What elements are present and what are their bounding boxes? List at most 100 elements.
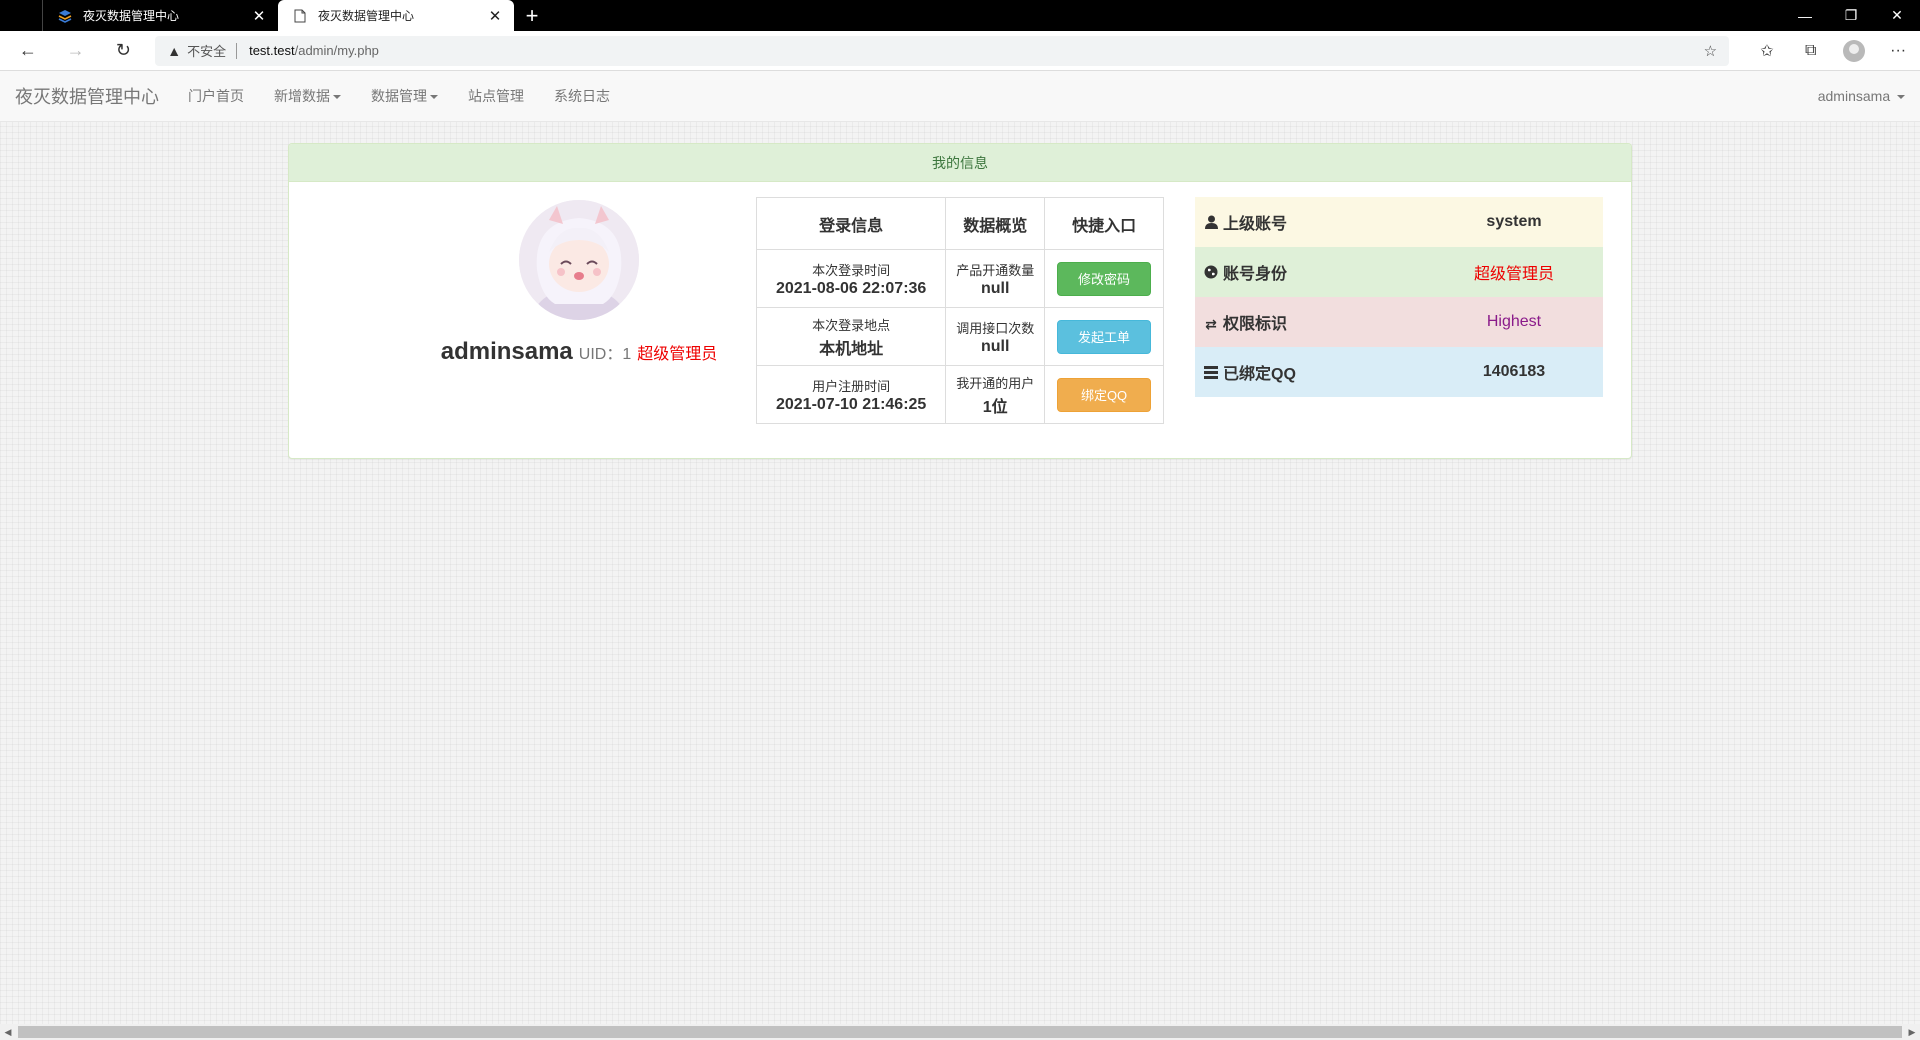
address-bar[interactable]: ▲ 不安全 test.test/admin/my.php ☆ (155, 35, 1730, 66)
cell-label: 调用接口次数 (956, 320, 1035, 336)
profile-uid-label: UID： (578, 346, 623, 363)
minimize-icon[interactable]: — (1782, 0, 1828, 31)
nav-item-data-manage[interactable]: 数据管理 (356, 86, 453, 106)
reload-icon[interactable]: ↻ (103, 34, 143, 68)
close-tab-icon[interactable]: ✕ (250, 7, 268, 25)
window-controls: — ❐ ✕ (1782, 0, 1920, 31)
browser-tab-2[interactable]: 夜灭数据管理中心 ✕ (278, 0, 514, 31)
browser-titlebar: 夜灭数据管理中心 ✕ 夜灭数据管理中心 ✕ + — ❐ ✕ (0, 0, 1920, 31)
nav-item-add-data[interactable]: 新增数据 (259, 86, 356, 106)
info-table-header: 登录信息 数据概览 快捷入口 (755, 197, 1164, 250)
avatar (519, 200, 639, 320)
warning-icon[interactable]: ▲ (167, 43, 181, 59)
more-menu-icon[interactable]: ··· (1876, 34, 1920, 68)
nav-item-label: 系统日志 (554, 88, 610, 104)
bind-qq-button[interactable]: 绑定QQ (1057, 377, 1152, 412)
status-value: 超级管理员 (1425, 247, 1603, 297)
collections-icon[interactable]: ⧉ (1789, 34, 1833, 68)
cell-value: 1位 (982, 398, 1008, 416)
status-key: ⇄ 权限标识 (1195, 297, 1425, 347)
panel-heading: 我的信息 (289, 144, 1631, 182)
back-arrow-icon[interactable]: ← (8, 34, 48, 68)
data-overview-cell: 我开通的用户 1位 (945, 365, 1046, 424)
scroll-left-icon[interactable]: ◀ (0, 1027, 16, 1038)
status-key-label: 权限标识 (1223, 316, 1288, 333)
cell-label: 我开通的用户 (956, 375, 1035, 391)
status-key-label: 账号身份 (1223, 266, 1288, 283)
status-value: system (1425, 197, 1603, 247)
table-row: 上级账号 system (1195, 197, 1603, 247)
cell-value: null (981, 337, 1010, 355)
quick-access-cell: 绑定QQ (1044, 365, 1164, 424)
user-menu-label: adminsama (1817, 88, 1891, 104)
horizontal-scrollbar[interactable]: ◀ ▶ (0, 1024, 1920, 1040)
status-key-label: 已绑定QQ (1223, 366, 1296, 383)
profile-icon[interactable] (1833, 34, 1877, 68)
restore-icon[interactable]: ❐ (1828, 0, 1874, 31)
table-row: 账号身份 超级管理员 (1195, 247, 1603, 297)
site-brand[interactable]: 夜灭数据管理中心 (15, 83, 159, 109)
login-info-cell: 本次登录地点 本机地址 (755, 307, 947, 366)
url-host: test.test (249, 43, 295, 58)
table-row: 用户注册时间 2021-07-10 21:46:25 我开通的用户 1位 绑定Q… (755, 365, 1164, 424)
browser-tab-title: 夜灭数据管理中心 (318, 9, 415, 23)
browser-toolbar: ← → ↻ ▲ 不安全 test.test/admin/my.php ☆ ✩ ⧉… (0, 31, 1920, 71)
status-key: 账号身份 (1195, 247, 1425, 297)
url-path: /admin/my.php (294, 43, 379, 58)
user-menu[interactable]: adminsama (1818, 88, 1905, 104)
transfer-icon: ⇄ (1205, 316, 1217, 332)
nav-item-system-log[interactable]: 系统日志 (539, 86, 625, 106)
login-info-cell: 用户注册时间 2021-07-10 21:46:25 (755, 365, 947, 424)
data-overview-cell: 调用接口次数 null (945, 307, 1046, 366)
user-icon (1203, 215, 1219, 232)
stack-favicon-icon (57, 8, 73, 24)
data-overview-cell: 产品开通数量 null (945, 249, 1046, 308)
nav-item-label: 门户首页 (188, 88, 244, 104)
cell-value: null (981, 279, 1010, 297)
nav-item-home[interactable]: 门户首页 (173, 86, 259, 106)
profile-line: adminsama UID：1 超级管理员 (379, 338, 779, 366)
favorites-icon[interactable]: ✩ (1745, 34, 1789, 68)
table-row: 本次登录地点 本机地址 调用接口次数 null 发起工单 (755, 307, 1164, 366)
table-row: ⇄ 权限标识 Highest (1195, 297, 1603, 347)
profile-username: adminsama (440, 338, 573, 365)
cell-value: 本机地址 (819, 340, 884, 358)
change-password-button[interactable]: 修改密码 (1057, 261, 1152, 296)
scrollbar-thumb[interactable] (18, 1026, 1902, 1038)
globe-icon (1203, 265, 1219, 282)
table-row: 本次登录时间 2021-08-06 22:07:36 产品开通数量 null 修… (755, 249, 1164, 308)
browser-tab-1[interactable]: 夜灭数据管理中心 ✕ (42, 0, 278, 31)
my-info-panel: 我的信息 adminsama UID：1 超级管理员 登录信息 数据概览 快捷入… (288, 143, 1632, 459)
submit-ticket-button[interactable]: 发起工单 (1057, 319, 1152, 354)
insecure-label[interactable]: 不安全 (187, 41, 226, 60)
status-key: 上级账号 (1195, 197, 1425, 247)
page-favicon-icon (292, 8, 308, 24)
profile-role: 超级管理员 (637, 346, 718, 363)
close-window-icon[interactable]: ✕ (1874, 0, 1920, 31)
status-key-label: 上级账号 (1223, 216, 1288, 233)
close-tab-icon[interactable]: ✕ (486, 7, 504, 25)
cell-label: 本次登录时间 (812, 262, 891, 278)
cell-label: 产品开通数量 (956, 262, 1035, 278)
profile-card: adminsama UID：1 超级管理员 (379, 200, 779, 366)
info-table: 登录信息 数据概览 快捷入口 本次登录时间 2021-08-06 22:07:3… (755, 197, 1164, 424)
caret-down-icon (333, 95, 341, 100)
status-table: 上级账号 system 账号身份 超级管理员 ⇄ 权限标识 Highest 已绑定… (1195, 197, 1603, 397)
caret-down-icon (430, 95, 438, 100)
nav-item-site-manage[interactable]: 站点管理 (453, 86, 539, 106)
new-tab-icon[interactable]: + (514, 0, 550, 31)
cell-label: 用户注册时间 (812, 378, 891, 394)
status-value: Highest (1425, 297, 1603, 347)
quick-access-cell: 发起工单 (1044, 307, 1164, 366)
forward-arrow-icon[interactable]: → (56, 34, 96, 68)
status-value: 1406183 (1425, 347, 1603, 397)
cell-value: 2021-07-10 21:46:25 (775, 395, 927, 413)
site-navbar: 夜灭数据管理中心 门户首页 新增数据 数据管理 站点管理 系统日志 admins… (0, 71, 1920, 122)
nav-item-label: 站点管理 (468, 88, 524, 104)
table-row: 已绑定QQ 1406183 (1195, 347, 1603, 397)
status-key: 已绑定QQ (1195, 347, 1425, 397)
add-favorite-icon[interactable]: ☆ (1704, 42, 1717, 60)
scroll-right-icon[interactable]: ▶ (1904, 1027, 1920, 1038)
login-info-cell: 本次登录时间 2021-08-06 22:07:36 (755, 249, 947, 308)
address-separator (236, 42, 238, 59)
